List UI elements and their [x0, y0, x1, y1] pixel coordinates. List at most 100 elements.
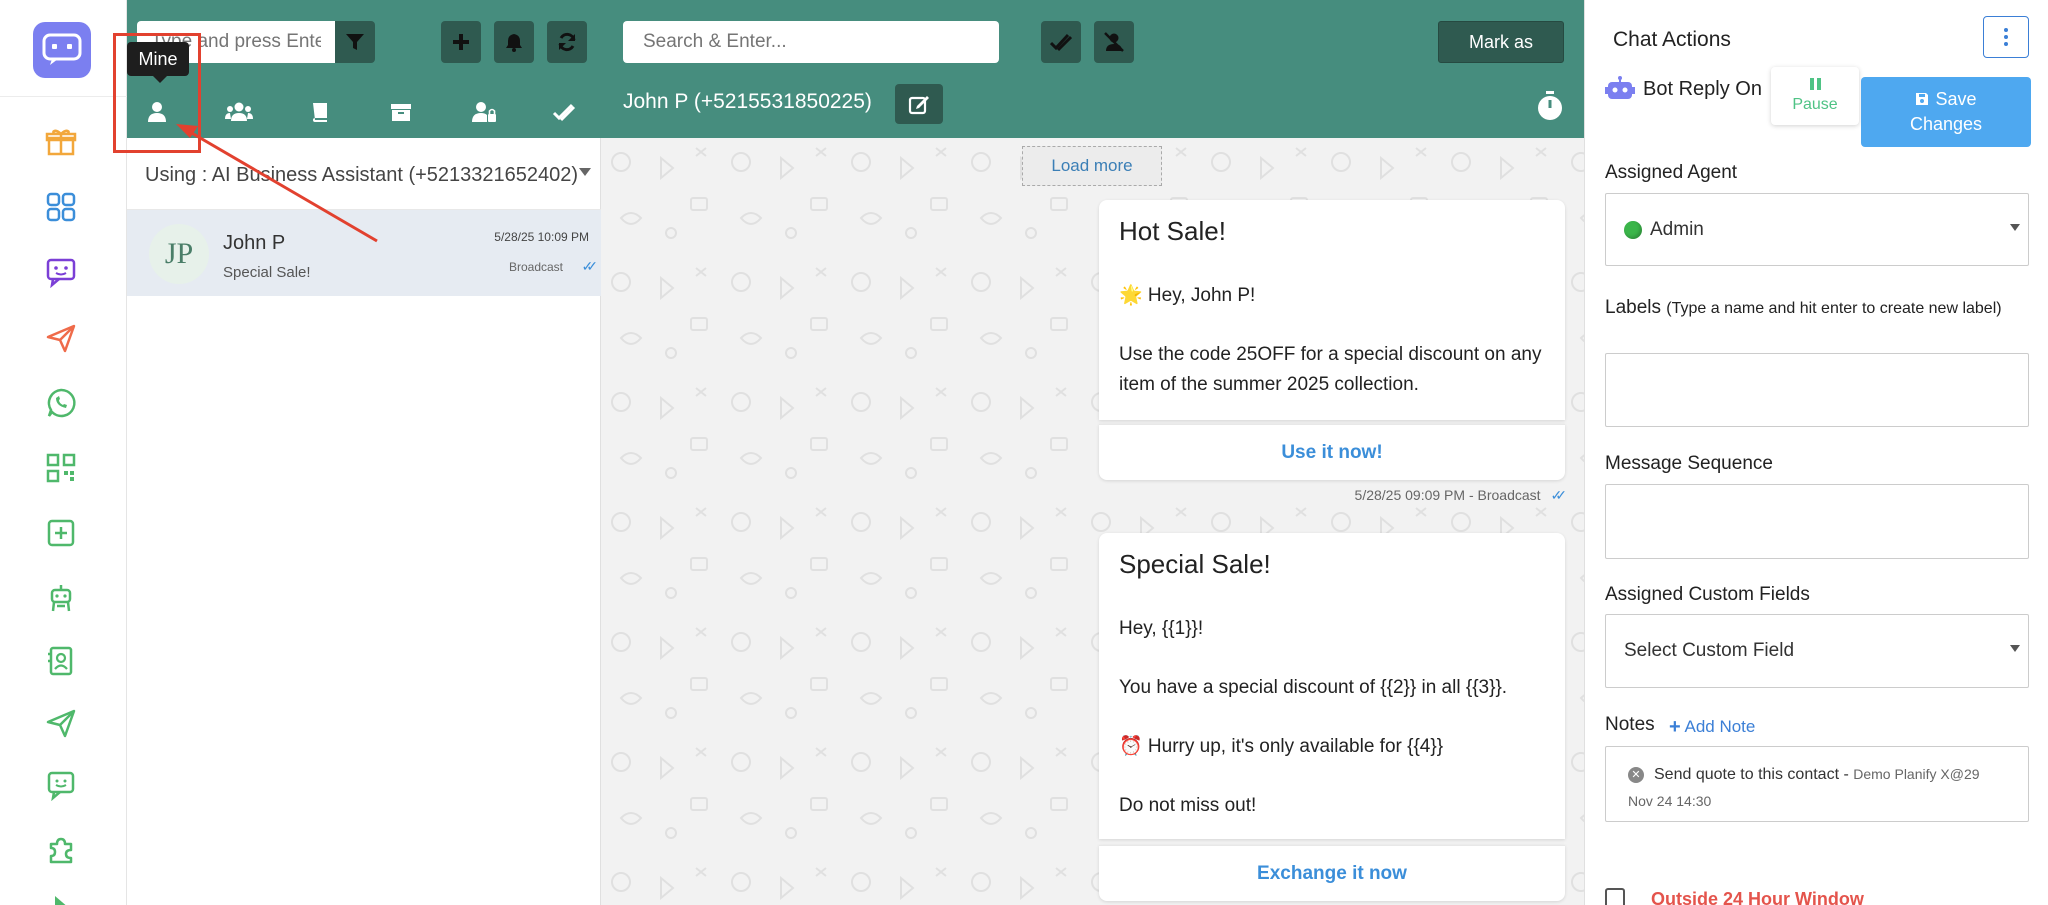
user-lock-icon — [472, 102, 496, 122]
save-label-line2: Changes — [1909, 114, 1983, 134]
save-changes-button[interactable]: Save Changes — [1861, 77, 2031, 147]
custom-field-select[interactable]: Select Custom Field — [1605, 614, 2029, 688]
dashboard-grid-icon[interactable] — [41, 187, 81, 227]
load-more-button[interactable]: Load more — [1022, 146, 1162, 186]
mute-button[interactable] — [1094, 21, 1134, 63]
chat-panel: Mark as John P (+5215531850225) L — [601, 0, 1584, 905]
online-status-icon — [1624, 220, 1642, 239]
contacts-icon[interactable] — [41, 641, 81, 681]
play-icon[interactable] — [41, 888, 81, 905]
floppy-disk-icon — [1916, 93, 1929, 105]
qr-code-icon[interactable] — [41, 448, 81, 488]
notifications-button[interactable] — [494, 21, 534, 63]
message-smile-icon[interactable] — [41, 765, 81, 805]
labels-label: Labels (Type a name and hit enter to cre… — [1605, 293, 2029, 323]
new-chat-button[interactable] — [441, 21, 481, 63]
message-search-input[interactable] — [623, 21, 999, 63]
stopwatch-icon[interactable] — [1534, 88, 1566, 124]
custom-field-placeholder: Select Custom Field — [1624, 640, 1795, 661]
custom-fields-label: Assigned Custom Fields — [1605, 584, 1810, 605]
message-action-button[interactable]: Exchange it now — [1099, 845, 1565, 901]
note-item: ✕ Send quote to this contact - Demo Plani… — [1605, 746, 2029, 822]
refresh-button[interactable] — [547, 21, 587, 63]
refresh-icon — [558, 32, 576, 52]
chat-header: Mark as John P (+5215531850225) — [601, 0, 1584, 138]
tab-assigned[interactable] — [464, 92, 504, 132]
pause-icon — [1809, 78, 1821, 90]
assigned-agent-select[interactable]: Admin — [1605, 193, 2029, 266]
message-line: 🌟 Hey, John P! — [1119, 285, 1256, 306]
channel-selector-label: Using : AI Business Assistant (+52133216… — [145, 164, 579, 186]
chat-bot-logo-icon — [42, 33, 82, 65]
pause-label: Pause — [1792, 96, 1838, 113]
avatar: JP — [149, 224, 209, 284]
chat-bot-icon[interactable] — [41, 252, 81, 292]
message-line: You have a special discount of {{2}} in … — [1119, 677, 1508, 698]
labels-input[interactable] — [1605, 353, 2029, 427]
save-label-line1: Save — [1935, 89, 1977, 109]
plus-square-icon[interactable] — [41, 513, 81, 553]
chevron-down-icon — [2010, 224, 2020, 231]
more-options-button[interactable] — [1983, 16, 2029, 58]
tab-mine[interactable] — [137, 92, 177, 132]
message-sequence-label: Message Sequence — [1605, 453, 1773, 474]
edit-contact-button[interactable] — [895, 84, 943, 124]
read-receipt-icon: ✓✓ — [1550, 487, 1568, 503]
book-icon — [313, 103, 327, 122]
tab-resolved[interactable] — [544, 92, 584, 132]
rail-divider — [0, 96, 127, 97]
user-slash-icon — [1104, 32, 1124, 52]
message-action-button[interactable]: Use it now! — [1099, 424, 1565, 480]
assigned-agent-label: Assigned Agent — [1605, 162, 1738, 183]
channel-selector[interactable]: Using : AI Business Assistant (+52133216… — [127, 138, 601, 210]
message-line: Hey, {{1}}! — [1119, 618, 1204, 639]
plus-icon — [453, 34, 469, 50]
message-line: Do not miss out! — [1119, 795, 1257, 816]
kebab-menu-icon — [2004, 28, 2008, 46]
read-receipt-icon: ✓✓ — [581, 258, 599, 274]
gift-icon[interactable] — [41, 122, 81, 162]
pause-bot-button[interactable]: Pause — [1771, 67, 1859, 125]
filter-icon — [346, 34, 364, 50]
double-check-icon — [552, 103, 576, 122]
labels-title: Labels — [1605, 297, 1661, 318]
user-icon — [148, 102, 166, 122]
message-sequence-input[interactable] — [1605, 484, 2029, 559]
app-logo[interactable] — [33, 22, 91, 78]
double-check-icon — [1050, 33, 1072, 52]
message-bubble: Hot Sale! 🌟 Hey, John P! Use the code 25… — [1099, 200, 1565, 420]
note-text: Send quote to this contact - — [1654, 766, 1849, 783]
notes-label: Notes — [1605, 714, 1655, 735]
mark-as-button[interactable]: Mark as — [1438, 21, 1564, 63]
robot-icon[interactable] — [41, 578, 81, 618]
send-icon[interactable] — [41, 703, 81, 743]
archive-icon — [391, 104, 411, 121]
conversation-list-panel: Using : AI Business Assistant (+52133216… — [127, 0, 601, 905]
tab-team[interactable] — [219, 92, 259, 132]
conversation-item[interactable]: JP John P Special Sale! 5/28/25 10:09 PM… — [127, 210, 601, 296]
list-header — [127, 0, 601, 138]
mark-read-button[interactable] — [1041, 21, 1081, 63]
plus-icon: + — [1669, 716, 1681, 738]
delete-note-icon[interactable]: ✕ — [1628, 767, 1644, 783]
edit-icon — [908, 96, 929, 115]
chat-actions-panel: Chat Actions Bot Reply On Pause Save Cha… — [1584, 0, 2048, 905]
add-note-button[interactable]: + Add Note — [1669, 716, 1755, 739]
outside-window-warning: Outside 24 Hour Window — [1605, 888, 1864, 905]
panel-title: Chat Actions — [1613, 28, 1731, 51]
message-meta: 5/28/25 09:09 PM - Broadcast ✓✓ — [1354, 487, 1568, 504]
contact-name: John P — [223, 232, 286, 254]
tab-tooltip: Mine — [127, 42, 189, 83]
paper-plane-icon[interactable] — [41, 318, 81, 358]
outside-window-checkbox[interactable] — [1605, 888, 1625, 905]
tab-contacts[interactable] — [300, 92, 340, 132]
filter-button[interactable] — [335, 21, 375, 63]
message-line: Use the code 25OFF for a special discoun… — [1119, 344, 1542, 395]
users-group-icon — [225, 102, 253, 121]
message-timestamp: 5/28/25 09:09 PM - Broadcast — [1354, 487, 1541, 503]
whatsapp-icon[interactable] — [41, 383, 81, 423]
tab-archived[interactable] — [381, 92, 421, 132]
conversation-status: Broadcast — [508, 260, 563, 274]
puzzle-icon[interactable] — [41, 830, 81, 870]
chevron-down-icon — [2010, 645, 2020, 652]
